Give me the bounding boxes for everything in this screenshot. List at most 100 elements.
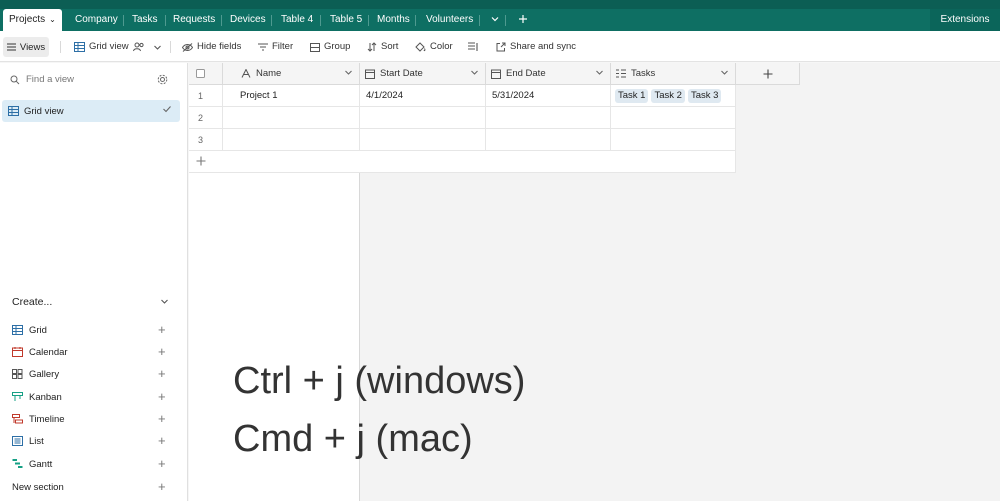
linked-record-chip[interactable]: Task 1 xyxy=(615,89,649,103)
create-item-label: Grid xyxy=(29,324,47,336)
row-height-icon xyxy=(468,42,478,51)
column-header-tasks[interactable]: Tasks xyxy=(611,63,736,85)
checkbox-icon xyxy=(196,69,205,78)
tab-devices[interactable]: Devices xyxy=(224,9,272,31)
settings-button[interactable] xyxy=(157,74,168,88)
row-number[interactable]: 2 xyxy=(189,107,223,129)
column-header-name[interactable]: Name xyxy=(223,63,360,85)
shortcut-text-mac: Cmd + j (mac) xyxy=(233,418,473,460)
calendar-icon xyxy=(365,69,375,79)
cell-end-date[interactable] xyxy=(486,107,611,129)
create-timeline-view[interactable]: Timeline xyxy=(12,412,65,426)
find-view-placeholder: Find a view xyxy=(26,74,75,85)
collapse-create-button[interactable] xyxy=(160,297,169,309)
cell-start-date[interactable] xyxy=(360,107,486,129)
share-and-sync-button[interactable]: Share and sync xyxy=(496,39,576,55)
create-item-label: Kanban xyxy=(29,391,62,403)
cell-tasks[interactable] xyxy=(611,129,736,151)
sort-button[interactable]: Sort xyxy=(367,39,398,55)
share-label: Share and sync xyxy=(510,41,577,52)
plus-icon[interactable]: + xyxy=(158,390,166,404)
cell-name[interactable] xyxy=(223,129,360,151)
linked-record-chip[interactable]: Task 2 xyxy=(651,89,685,103)
tab-label: Table 5 xyxy=(330,14,363,25)
tab-tasks[interactable]: Tasks xyxy=(126,9,164,31)
row-number[interactable]: 3 xyxy=(189,129,223,151)
views-sidebar: Find a view Grid view Create... Grid + C… xyxy=(0,63,188,501)
cell-end-date[interactable] xyxy=(486,129,611,151)
chevron-down-icon[interactable]: ⌄ xyxy=(49,15,56,24)
cell-end-date[interactable]: 5/31/2024 xyxy=(486,85,611,107)
tab-label: Devices xyxy=(230,14,266,25)
cell-tasks[interactable] xyxy=(611,107,736,129)
text-field-icon xyxy=(241,69,251,78)
create-calendar-view[interactable]: Calendar xyxy=(12,345,68,359)
chevron-down-icon xyxy=(345,70,352,75)
cell-start-date[interactable] xyxy=(360,129,486,151)
tab-table-5[interactable]: Table 5 xyxy=(324,9,368,31)
find-view-input[interactable]: Find a view xyxy=(10,74,74,85)
search-icon xyxy=(10,75,20,84)
filter-label: Filter xyxy=(272,41,294,52)
eye-off-icon xyxy=(182,42,193,52)
hide-fields-label: Hide fields xyxy=(197,41,242,52)
column-header-end-date[interactable]: End Date xyxy=(486,63,611,85)
cell-start-date[interactable]: 4/1/2024 xyxy=(360,85,486,107)
select-all-checkbox[interactable] xyxy=(189,63,223,85)
tab-label: Tasks xyxy=(132,14,158,25)
group-button[interactable]: Group xyxy=(310,39,350,55)
add-record-row[interactable] xyxy=(189,151,736,173)
create-item-label: Gallery xyxy=(29,368,60,380)
cell-tasks[interactable]: Task 1 Task 2 Task 3 xyxy=(611,85,736,107)
hide-fields-button[interactable]: Hide fields xyxy=(182,39,241,55)
extensions-button[interactable]: Extensions xyxy=(930,9,1000,31)
create-list-view[interactable]: List xyxy=(12,434,44,448)
tab-projects[interactable]: Projects ⌄ xyxy=(3,9,62,31)
filter-button[interactable]: Filter xyxy=(258,39,293,55)
more-tables-button[interactable] xyxy=(484,9,506,31)
cell-name[interactable] xyxy=(223,107,360,129)
color-button[interactable]: Color xyxy=(415,39,453,55)
create-gantt-view[interactable]: Gantt xyxy=(12,457,52,471)
cell-name[interactable]: Project 1 xyxy=(223,85,360,107)
plus-icon[interactable]: + xyxy=(158,457,166,471)
tab-label: Volunteers xyxy=(426,14,474,25)
plus-icon[interactable]: + xyxy=(158,323,166,337)
tab-requests[interactable]: Requests xyxy=(167,9,221,31)
column-label: Start Date xyxy=(380,68,423,79)
sidebar-item-grid-view[interactable]: Grid view xyxy=(2,100,180,122)
add-field-button[interactable] xyxy=(736,63,800,85)
grid-view-switcher[interactable]: Grid view xyxy=(74,39,162,55)
gear-icon xyxy=(157,74,168,85)
row-number[interactable]: 1 xyxy=(189,85,223,107)
grid-icon xyxy=(8,106,19,116)
tab-label: Projects xyxy=(9,14,46,25)
calendar-icon xyxy=(491,69,501,79)
plus-icon[interactable]: + xyxy=(158,434,166,448)
tab-divider xyxy=(320,15,321,26)
tab-table-4[interactable]: Table 4 xyxy=(275,9,319,31)
group-icon xyxy=(310,42,320,52)
create-grid-view[interactable]: Grid xyxy=(12,323,47,337)
toolbar-divider xyxy=(60,41,61,53)
people-icon xyxy=(132,42,144,52)
tab-volunteers[interactable]: Volunteers xyxy=(420,9,479,31)
plus-icon[interactable]: + xyxy=(158,412,166,426)
plus-icon[interactable]: + xyxy=(158,480,166,494)
column-header-start-date[interactable]: Start Date xyxy=(360,63,486,85)
tab-months[interactable]: Months xyxy=(371,9,416,31)
views-button[interactable]: Views xyxy=(3,37,49,57)
row-height-button[interactable] xyxy=(468,39,479,55)
chevron-down-icon xyxy=(491,17,499,22)
chevron-down-icon xyxy=(161,299,168,304)
create-kanban-view[interactable]: Kanban xyxy=(12,390,62,404)
menu-icon xyxy=(6,43,16,51)
plus-icon[interactable]: + xyxy=(158,367,166,381)
create-gallery-view[interactable]: Gallery xyxy=(12,367,59,381)
tab-company[interactable]: Company xyxy=(69,9,124,31)
linked-record-chip[interactable]: Task 3 xyxy=(687,89,722,103)
chevron-down-icon xyxy=(471,70,478,75)
add-table-button[interactable] xyxy=(512,9,534,31)
plus-icon[interactable]: + xyxy=(158,345,166,359)
create-new-section[interactable]: New section xyxy=(12,480,64,494)
